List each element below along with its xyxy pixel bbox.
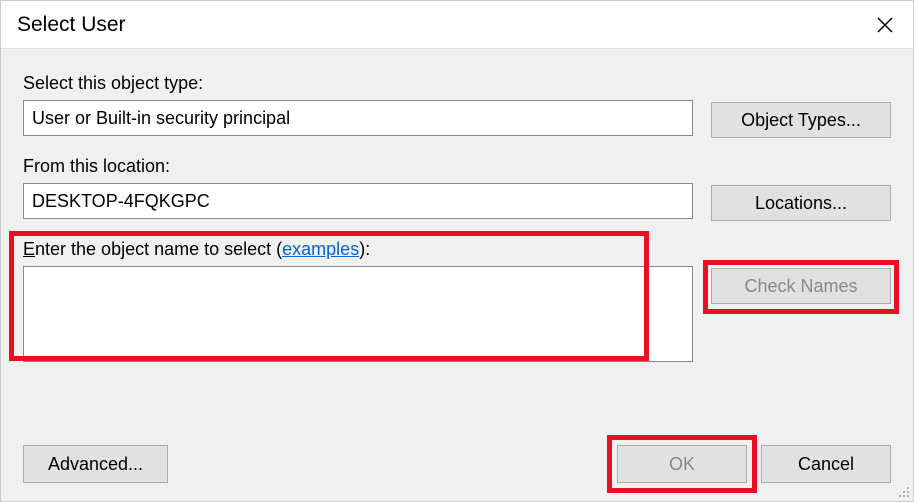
object-name-group: Enter the object name to select (example… <box>23 239 891 367</box>
dialog-content: Select this object type: Object Types...… <box>1 49 913 501</box>
location-group: From this location: Locations... <box>23 156 891 221</box>
location-field <box>23 183 693 219</box>
object-types-button[interactable]: Object Types... <box>711 102 891 138</box>
cancel-button[interactable]: Cancel <box>761 445 891 483</box>
close-icon <box>876 16 894 34</box>
object-name-input[interactable] <box>23 266 693 362</box>
close-button[interactable] <box>857 5 913 45</box>
resize-grip-icon <box>895 483 911 499</box>
titlebar: Select User <box>1 1 913 49</box>
object-name-accelerator: E <box>23 239 35 259</box>
check-names-button[interactable]: Check Names <box>711 268 891 304</box>
object-name-label: Enter the object name to select (example… <box>23 239 693 260</box>
location-label: From this location: <box>23 156 693 177</box>
dialog-title: Select User <box>17 13 126 37</box>
bottom-button-row: Advanced... OK Cancel <box>23 445 891 483</box>
advanced-button[interactable]: Advanced... <box>23 445 168 483</box>
locations-button[interactable]: Locations... <box>711 185 891 221</box>
examples-link[interactable]: examples <box>282 239 359 259</box>
object-type-group: Select this object type: Object Types... <box>23 73 891 138</box>
object-type-label: Select this object type: <box>23 73 693 94</box>
ok-button[interactable]: OK <box>617 445 747 483</box>
object-type-field <box>23 100 693 136</box>
